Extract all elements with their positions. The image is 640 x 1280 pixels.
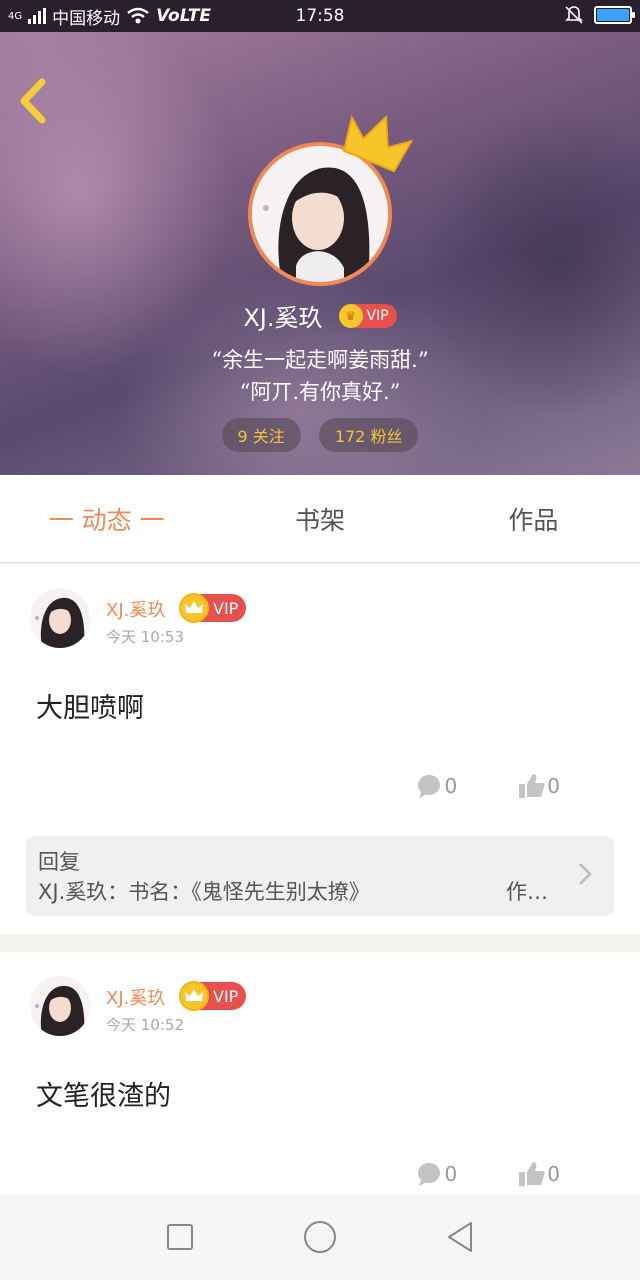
avatar[interactable] bbox=[30, 588, 90, 648]
profile-tabs: 一 动态 一 书架 作品 bbox=[0, 475, 640, 563]
post-time: 今天 10:53 bbox=[106, 628, 184, 646]
crown-coin-icon: ♛ bbox=[338, 303, 363, 328]
comment-button[interactable]: 0 bbox=[417, 774, 458, 798]
vip-badge: VIP bbox=[179, 981, 247, 1011]
recents-button[interactable] bbox=[150, 1207, 210, 1267]
chevron-right-icon bbox=[579, 863, 592, 885]
feed-post: XJ.奚玖 VIP 今天 10:53 大胆喷啊 0 0 回复 XJ.奚玖：书名：… bbox=[0, 564, 640, 934]
like-button[interactable]: 0 bbox=[519, 774, 560, 798]
system-nav-bar bbox=[0, 1194, 640, 1280]
reply-preview[interactable]: 回复 XJ.奚玖：书名：《鬼怪先生别太撩》 作… bbox=[26, 836, 614, 916]
tab-works[interactable]: 作品 bbox=[427, 475, 640, 562]
like-count: 0 bbox=[547, 774, 560, 798]
feed-post: XJ.奚玖 VIP 今天 10:52 文笔很渣的 0 0 bbox=[0, 952, 640, 1194]
vip-label: VIP bbox=[213, 986, 239, 1006]
post-author[interactable]: XJ.奚玖 bbox=[106, 984, 165, 1010]
back-arrow-icon[interactable] bbox=[14, 76, 54, 126]
square-icon bbox=[167, 1224, 193, 1250]
reply-title: 回复 bbox=[38, 850, 80, 874]
like-button[interactable]: 0 bbox=[519, 1162, 560, 1186]
profile-name: XJ.奚玖 bbox=[243, 304, 323, 332]
thumbs-up-icon bbox=[519, 774, 545, 798]
triangle-back-icon bbox=[448, 1222, 472, 1252]
circle-icon bbox=[304, 1221, 336, 1253]
clock: 17:58 bbox=[295, 6, 345, 26]
back-button[interactable] bbox=[430, 1207, 490, 1267]
thumbs-up-icon bbox=[519, 1162, 545, 1186]
crown-icon bbox=[342, 114, 414, 173]
following-count-button[interactable]: 9 关注 bbox=[221, 418, 301, 452]
avatar[interactable] bbox=[30, 976, 90, 1036]
vip-label: VIP bbox=[213, 598, 239, 618]
vip-label: VIP bbox=[366, 307, 389, 324]
post-content: 大胆喷啊 bbox=[36, 693, 144, 724]
comment-icon bbox=[417, 775, 440, 798]
avatar-image bbox=[30, 588, 90, 648]
post-time: 今天 10:52 bbox=[106, 1016, 184, 1034]
status-bar: 4G 中国移动 VoLTE 17:58 bbox=[0, 0, 640, 32]
post-author[interactable]: XJ.奚玖 bbox=[106, 596, 165, 622]
reply-more: 作… bbox=[506, 880, 548, 904]
tab-activity[interactable]: 一 动态 一 bbox=[0, 475, 213, 562]
avatar-image bbox=[30, 976, 90, 1036]
crown-coin-icon bbox=[179, 981, 209, 1011]
profile-header: XJ.奚玖 ♛ VIP “余生一起走啊姜雨甜.” “阿丌.有你真好.” 9 关注… bbox=[0, 32, 640, 475]
comment-count: 0 bbox=[444, 774, 458, 798]
comment-button[interactable]: 0 bbox=[417, 1162, 458, 1186]
crown-coin-icon bbox=[179, 593, 209, 623]
like-count: 0 bbox=[547, 1162, 560, 1186]
bio-line-2: “阿丌.有你真好.” bbox=[239, 380, 401, 404]
comment-count: 0 bbox=[444, 1162, 458, 1186]
reply-body: XJ.奚玖：书名：《鬼怪先生别太撩》 bbox=[38, 880, 370, 904]
vip-badge: ♛ VIP bbox=[338, 303, 397, 328]
followers-count-button[interactable]: 172 粉丝 bbox=[318, 418, 419, 452]
home-button[interactable] bbox=[290, 1207, 350, 1267]
tab-bookshelf[interactable]: 书架 bbox=[213, 475, 426, 562]
vip-badge: VIP bbox=[179, 593, 247, 623]
bell-off-icon bbox=[565, 6, 583, 24]
post-content: 文笔很渣的 bbox=[36, 1081, 171, 1112]
bio-line-1: “余生一起走啊姜雨甜.” bbox=[211, 348, 429, 372]
comment-icon bbox=[417, 1163, 440, 1186]
battery-icon bbox=[594, 6, 635, 24]
